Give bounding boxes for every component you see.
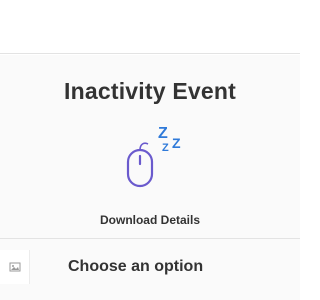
top-bar: [0, 0, 300, 54]
inactivity-illustration: Z Z Z: [118, 118, 198, 198]
download-details-link[interactable]: Download Details: [0, 213, 300, 227]
svg-text:Z: Z: [172, 135, 181, 151]
section-title: Choose an option: [68, 258, 204, 275]
mouse-icon: [126, 142, 154, 188]
svg-text:Z: Z: [162, 142, 169, 154]
page-title: Inactivity Event: [64, 78, 236, 104]
sleep-zzz-icon: Z Z Z: [158, 125, 181, 154]
divider: [0, 238, 300, 239]
image-icon: [9, 262, 20, 272]
side-image-button[interactable]: [0, 250, 30, 284]
svg-text:Z: Z: [158, 125, 168, 142]
inactivity-page: Inactivity Event Z Z Z Download Details …: [0, 0, 300, 300]
